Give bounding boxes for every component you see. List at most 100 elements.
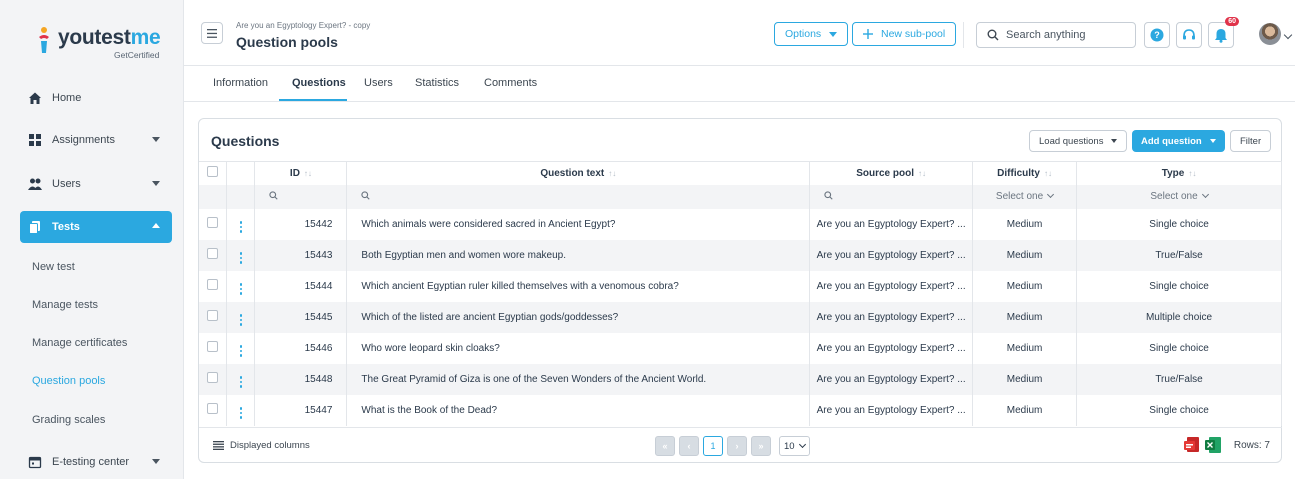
sidebar-subitem-grading-scales[interactable]: Grading scales <box>32 414 105 426</box>
options-button[interactable]: Options <box>774 22 849 46</box>
help-button[interactable]: ? <box>1144 22 1170 48</box>
table-filter-row: Select one Select one <box>199 184 1282 209</box>
select-all-cell <box>199 161 228 185</box>
sidebar-subitem-manage-tests[interactable]: Manage tests <box>32 299 98 311</box>
breadcrumb[interactable]: Are you an Egyptology Expert? - copy <box>236 21 370 30</box>
last-page-button[interactable]: » <box>751 436 771 456</box>
sidebar-item-label: Assignments <box>52 134 115 146</box>
cell-question-text: Which animals were considered sacred in … <box>346 208 811 240</box>
column-header-question-text[interactable]: Question text ↑↓ <box>346 161 811 185</box>
column-header-type[interactable]: Type ↑↓ <box>1076 161 1282 185</box>
table-row[interactable]: 15444 Which ancient Egyptian ruler killed… <box>199 270 1282 302</box>
new-subpool-button[interactable]: New sub-pool <box>852 22 957 46</box>
cell-difficulty: Medium <box>972 208 1078 240</box>
kebab-menu-icon[interactable] <box>239 407 243 419</box>
menu-toggle-button[interactable] <box>201 22 223 44</box>
page-size-select[interactable]: 10 <box>779 436 810 456</box>
logo-wordmark: youtestme <box>58 26 161 49</box>
actions-header <box>226 161 256 185</box>
add-question-label: Add question <box>1141 135 1202 147</box>
difficulty-filter-select[interactable]: Select one <box>972 184 1078 209</box>
tab-statistics[interactable]: Statistics <box>415 77 459 89</box>
next-page-button[interactable]: › <box>727 436 747 456</box>
row-checkbox[interactable] <box>207 403 219 414</box>
kebab-menu-icon[interactable] <box>239 221 243 233</box>
row-checkbox[interactable] <box>207 341 219 352</box>
column-header-difficulty[interactable]: Difficulty ↑↓ <box>972 161 1078 185</box>
tab-comments[interactable]: Comments <box>484 77 537 89</box>
id-filter-input[interactable] <box>254 184 348 209</box>
chevron-down-icon <box>1201 190 1209 199</box>
table-row[interactable]: 15443 Both Egyptian men and women wore ma… <box>199 239 1282 271</box>
select-all-checkbox[interactable] <box>207 166 219 178</box>
add-question-button[interactable]: Add question <box>1132 130 1225 152</box>
search-icon <box>269 190 279 200</box>
current-page-button[interactable]: 1 <box>703 436 723 456</box>
tab-questions[interactable]: Questions <box>292 77 346 89</box>
logo[interactable]: youtestme GetCertified <box>36 24 166 64</box>
table-row[interactable]: 15442 Which animals were considered sacre… <box>199 208 1282 240</box>
sidebar-subitem-new-test[interactable]: New test <box>32 261 75 273</box>
kebab-menu-icon[interactable] <box>239 376 243 388</box>
load-questions-button[interactable]: Load questions <box>1029 130 1128 152</box>
chevron-down-icon <box>1047 190 1055 199</box>
table-row[interactable]: 15446 Who wore leopard skin cloaks? Are yo… <box>199 332 1282 364</box>
search-icon <box>987 29 999 41</box>
cell-difficulty: Medium <box>972 363 1078 395</box>
table-row[interactable]: 15445 Which of the listed are ancient Egy… <box>199 301 1282 333</box>
header-divider <box>963 22 964 48</box>
row-checkbox[interactable] <box>207 217 219 228</box>
sort-icon[interactable]: ↑↓ <box>918 169 926 178</box>
sidebar-item-users[interactable]: Users <box>20 168 172 200</box>
kebab-menu-icon[interactable] <box>239 283 243 295</box>
kebab-menu-icon[interactable] <box>239 252 243 264</box>
cell-id: 15448 <box>254 363 348 395</box>
column-header-id[interactable]: ID ↑↓ <box>254 161 348 185</box>
first-page-button[interactable]: « <box>655 436 675 456</box>
excel-export-icon[interactable] <box>1205 437 1221 454</box>
sort-icon[interactable]: ↑↓ <box>1044 169 1052 178</box>
row-checkbox[interactable] <box>207 372 219 383</box>
prev-page-button[interactable]: ‹ <box>679 436 699 456</box>
page-title: Question pools <box>236 34 338 50</box>
sidebar-item-assignments[interactable]: Assignments <box>20 124 172 156</box>
column-header-source-pool[interactable]: Source pool ↑↓ <box>809 161 974 185</box>
kebab-menu-icon[interactable] <box>239 314 243 326</box>
cell-question-text: Which of the listed are ancient Egyptian… <box>346 301 811 333</box>
logo-tagline: GetCertified <box>114 50 160 60</box>
source-pool-filter-input[interactable] <box>809 184 974 209</box>
tab-users[interactable]: Users <box>364 77 393 89</box>
row-actions-cell <box>226 363 256 395</box>
table-row[interactable]: 15447 What is the Book of the Dead? Are yo… <box>199 394 1282 426</box>
notifications-button[interactable]: 60 <box>1208 17 1239 48</box>
kebab-menu-icon[interactable] <box>239 345 243 357</box>
tab-information[interactable]: Information <box>213 77 268 89</box>
table-row[interactable]: 15448 The Great Pyramid of Giza is one of… <box>199 363 1282 395</box>
pdf-export-icon[interactable] <box>1184 437 1200 454</box>
search-input[interactable]: Search anything <box>976 22 1136 48</box>
row-checkbox[interactable] <box>207 310 219 321</box>
displayed-columns-button[interactable]: Displayed columns <box>213 440 310 451</box>
chevron-down-icon[interactable] <box>1283 30 1293 40</box>
sort-icon[interactable]: ↑↓ <box>1188 169 1196 178</box>
sidebar-subitem-manage-certificates[interactable]: Manage certificates <box>32 337 127 349</box>
pagination: « ‹ 1 › » 10 <box>655 436 810 456</box>
row-checkbox[interactable] <box>207 248 219 259</box>
sort-icon[interactable]: ↑↓ <box>304 169 312 178</box>
sidebar-item-home[interactable]: Home <box>20 82 172 114</box>
cell-question-text: What is the Book of the Dead? <box>346 394 811 426</box>
sidebar-item-e-testing-center[interactable]: E-testing center <box>20 446 172 478</box>
row-checkbox[interactable] <box>207 279 219 290</box>
avatar[interactable] <box>1259 23 1281 45</box>
cell-id: 15442 <box>254 208 348 240</box>
sort-icon[interactable]: ↑↓ <box>608 169 616 178</box>
filter-button[interactable]: Filter <box>1230 130 1272 152</box>
sidebar-subitem-question-pools[interactable]: Question pools <box>32 375 105 387</box>
sidebar-item-tests[interactable]: Tests <box>20 211 172 243</box>
type-filter-select[interactable]: Select one <box>1076 184 1282 209</box>
cell-type: True/False <box>1076 363 1282 395</box>
question-text-filter-input[interactable] <box>346 184 811 209</box>
plus-icon <box>863 29 873 39</box>
cell-type: Single choice <box>1076 270 1282 302</box>
support-button[interactable] <box>1176 22 1202 48</box>
